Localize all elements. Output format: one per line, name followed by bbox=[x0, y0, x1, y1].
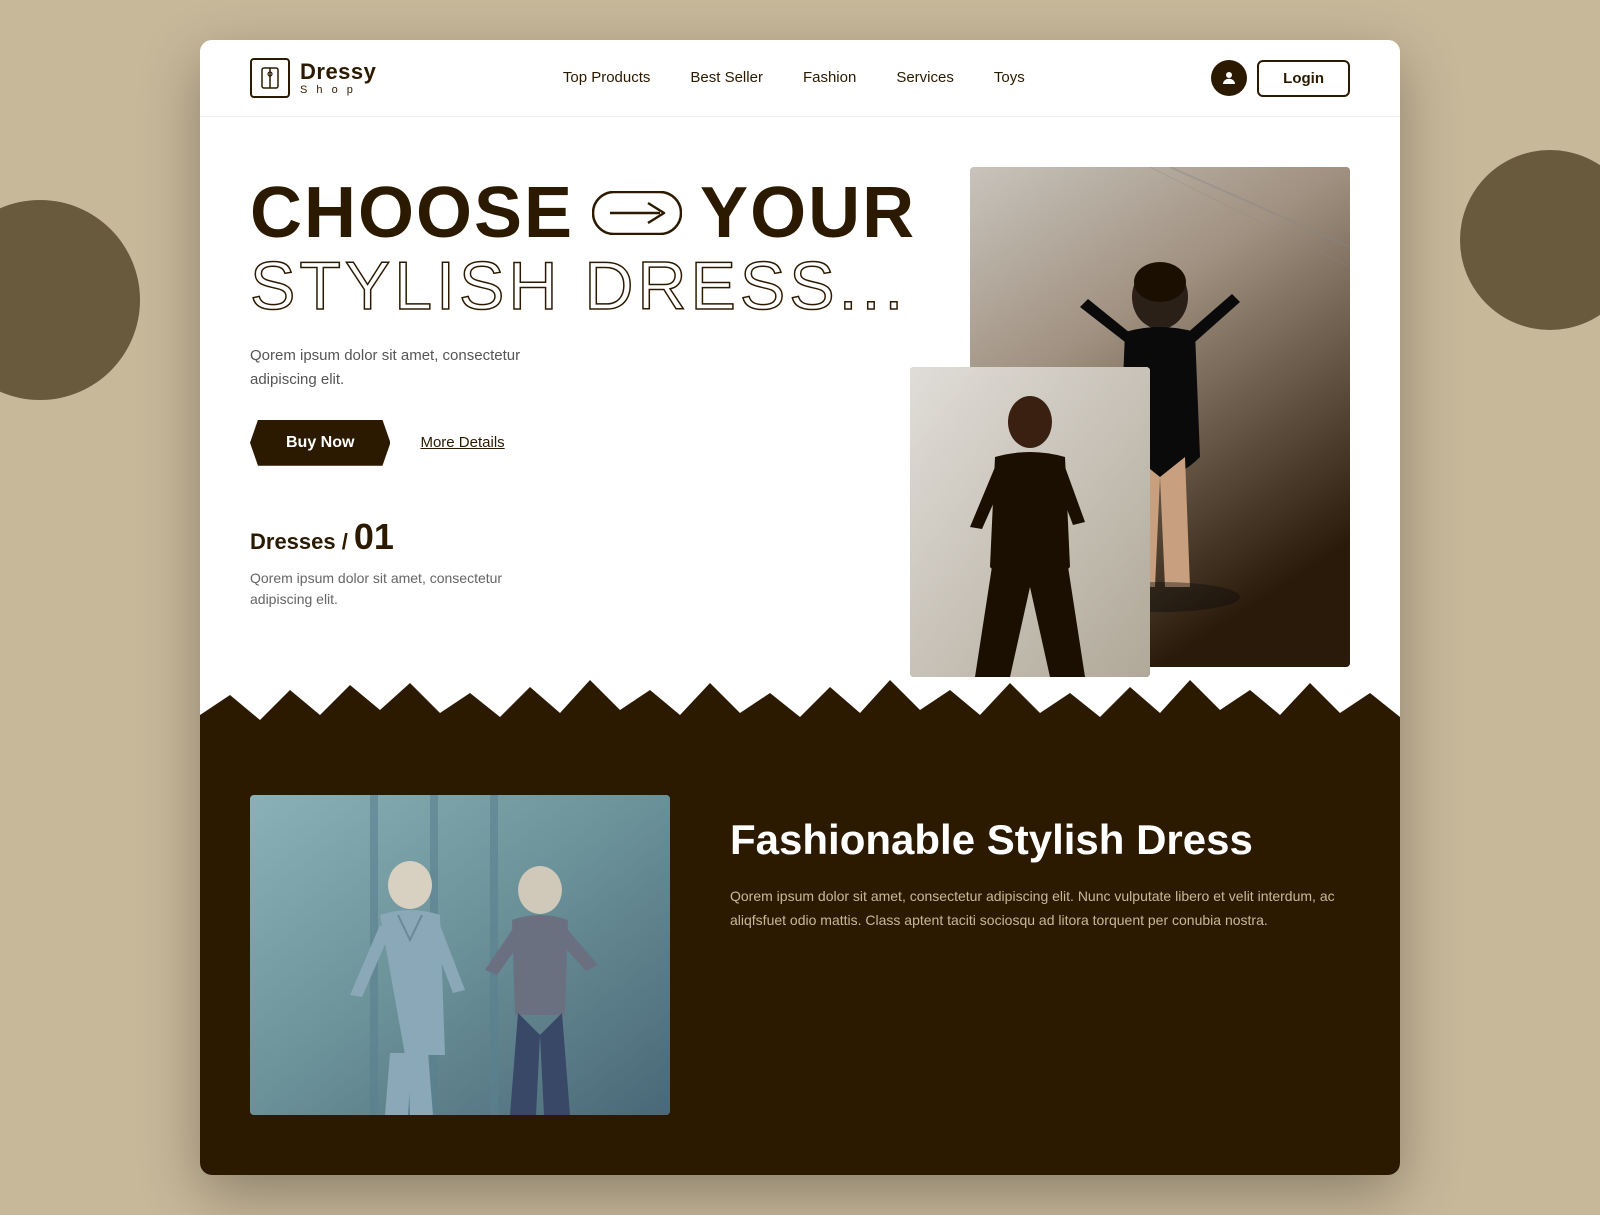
nav-link-top-products[interactable]: Top Products bbox=[563, 69, 651, 86]
page-wrapper: Dressy S h o p Top Products Best Seller … bbox=[200, 40, 1400, 1175]
choose-text: CHOOSE bbox=[250, 177, 574, 249]
logo[interactable]: Dressy S h o p bbox=[250, 58, 376, 98]
hero-left: CHOOSE YOUR STYLISH DRESS... Qorem ipsum… bbox=[250, 167, 940, 677]
nav-link-services[interactable]: Services bbox=[896, 69, 954, 86]
hero-description: Qorem ipsum dolor sit amet, consectetur … bbox=[250, 344, 590, 392]
nav-item-top-products[interactable]: Top Products bbox=[563, 69, 651, 87]
stylish-text: STYLISH DRESS... bbox=[250, 249, 940, 324]
navbar: Dressy S h o p Top Products Best Seller … bbox=[200, 40, 1400, 117]
dresses-label: Dresses / 01 bbox=[250, 516, 940, 558]
buy-now-button[interactable]: Buy Now bbox=[250, 420, 390, 466]
dark-section: Fashionable Stylish Dress Qorem ipsum do… bbox=[200, 755, 1400, 1175]
bg-blob-right bbox=[1460, 150, 1600, 330]
hero-heading: CHOOSE YOUR STYLISH DRESS... bbox=[250, 177, 940, 324]
dark-section-image bbox=[250, 795, 670, 1115]
dark-section-title: Fashionable Stylish Dress bbox=[730, 815, 1350, 865]
more-details-link[interactable]: More Details bbox=[420, 434, 504, 451]
dresses-number: 01 bbox=[354, 516, 394, 558]
hero-actions: Buy Now More Details bbox=[250, 420, 940, 466]
nav-link-fashion[interactable]: Fashion bbox=[803, 69, 856, 86]
dark-section-description: Qorem ipsum dolor sit amet, consectetur … bbox=[730, 885, 1350, 933]
wave-divider bbox=[200, 675, 1400, 755]
brand-sub: S h o p bbox=[300, 84, 376, 96]
login-button[interactable]: Login bbox=[1257, 60, 1350, 97]
arrow-icon bbox=[592, 191, 682, 235]
model-silhouette bbox=[910, 367, 1150, 677]
bg-blob-left bbox=[0, 200, 140, 400]
hero-images bbox=[970, 167, 1350, 677]
dresses-text: Dresses / bbox=[250, 529, 348, 555]
nav-link-toys[interactable]: Toys bbox=[994, 69, 1025, 86]
dark-content: Fashionable Stylish Dress Qorem ipsum do… bbox=[730, 795, 1350, 933]
nav-actions: Login bbox=[1211, 60, 1350, 97]
hero-section: CHOOSE YOUR STYLISH DRESS... Qorem ipsum… bbox=[200, 117, 1400, 677]
nav-item-services[interactable]: Services bbox=[896, 69, 954, 87]
choose-row: CHOOSE YOUR bbox=[250, 177, 940, 249]
nav-item-best-seller[interactable]: Best Seller bbox=[690, 69, 763, 87]
brand-name: Dressy bbox=[300, 60, 376, 84]
dresses-description: Qorem ipsum dolor sit amet, consectetur … bbox=[250, 568, 510, 610]
nav-item-toys[interactable]: Toys bbox=[994, 69, 1025, 87]
nav-link-best-seller[interactable]: Best Seller bbox=[690, 69, 763, 86]
nav-links: Top Products Best Seller Fashion Service… bbox=[563, 69, 1025, 87]
center-model-image bbox=[910, 367, 1150, 677]
logo-text: Dressy S h o p bbox=[300, 60, 376, 96]
user-icon-button[interactable] bbox=[1211, 60, 1247, 96]
your-text: YOUR bbox=[700, 177, 916, 249]
nav-item-fashion[interactable]: Fashion bbox=[803, 69, 856, 87]
logo-icon bbox=[250, 58, 290, 98]
